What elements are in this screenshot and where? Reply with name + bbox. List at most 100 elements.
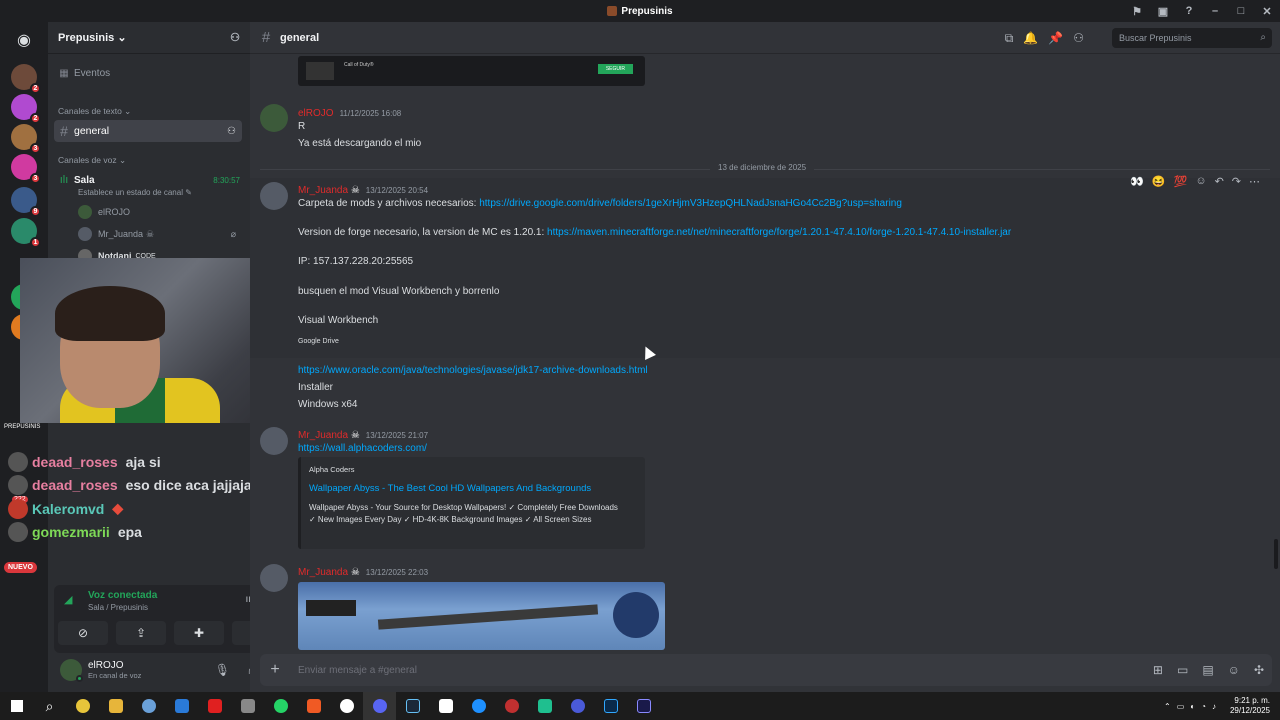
windows-start-icon[interactable] xyxy=(0,692,33,720)
youtube-icon[interactable] xyxy=(198,692,231,720)
more-icon[interactable]: ⋯ xyxy=(1249,175,1260,188)
wifi-icon[interactable]: ◔ xyxy=(1201,702,1206,711)
voice-user[interactable]: Mr_Juanda ☠ ⌀ xyxy=(78,224,242,244)
attach-plus-icon[interactable]: + xyxy=(260,661,290,679)
add-member-icon[interactable]: ⚇ xyxy=(230,31,240,44)
sticker-icon[interactable]: ▤ xyxy=(1202,663,1213,677)
server-icon[interactable]: 1 xyxy=(11,218,41,248)
apps-icon[interactable]: ✣ xyxy=(1254,663,1264,677)
tray-app-icon[interactable]: ◐ xyxy=(1190,702,1195,711)
system-tray: ⌃ ▭ ◐ ◔ ♪ 9:21 p. m. 29/12/2025 xyxy=(1164,692,1280,720)
close-button[interactable]: ✕ xyxy=(1254,0,1280,22)
text-category[interactable]: Canales de texto ⌄ xyxy=(58,106,131,117)
server-icon[interactable]: 3 xyxy=(11,154,41,184)
gift-icon[interactable]: ⊞ xyxy=(1153,663,1163,677)
avatar[interactable] xyxy=(60,659,83,682)
invite-icon[interactable]: ⚇ xyxy=(227,126,236,137)
server-icon[interactable]: 3 xyxy=(11,124,41,154)
whatsapp-icon[interactable] xyxy=(264,692,297,720)
message-author[interactable]: elROJO 11/12/2025 16:08 xyxy=(298,108,401,119)
voice-user[interactable]: elROJO xyxy=(78,202,242,222)
oracle-link[interactable]: https://www.oracle.com/java/technologies… xyxy=(298,365,648,376)
inbox-flag-icon[interactable]: ⚑ xyxy=(1124,0,1150,22)
chevron-up-icon[interactable]: ⌃ xyxy=(1164,702,1171,711)
members-icon[interactable]: ⚇ xyxy=(1073,31,1084,45)
avatar[interactable] xyxy=(260,104,288,132)
help-icon[interactable]: ? xyxy=(1176,0,1202,22)
server-icon[interactable]: 9 xyxy=(11,187,41,217)
store-icon[interactable] xyxy=(165,692,198,720)
message-actions[interactable]: 👀 😆 💯 ☺ ↶ ↷ ⋯ xyxy=(1130,175,1260,188)
attachment-image[interactable] xyxy=(298,582,665,650)
voice-location[interactable]: Sala / Prepusinis xyxy=(88,603,148,612)
chrome-icon[interactable] xyxy=(66,692,99,720)
forward-icon[interactable]: ↷ xyxy=(1232,175,1241,188)
volume-icon[interactable]: ♪ xyxy=(1212,702,1216,711)
screen-icon[interactable]: ▣ xyxy=(1150,0,1176,22)
search-input[interactable]: Buscar Prepusinis ⌕ xyxy=(1112,28,1272,48)
voice-channel-sala[interactable]: ılı Sala 8:30:57 xyxy=(54,170,242,190)
reaction-icon[interactable]: 👀 xyxy=(1130,175,1144,188)
folder-icon[interactable] xyxy=(99,692,132,720)
reply-icon[interactable]: ↶ xyxy=(1215,175,1224,188)
message-author[interactable]: Mr_Juanda ☠ 13/12/2025 21:07 xyxy=(298,430,428,441)
discord-home-icon[interactable]: ◉ xyxy=(11,28,37,54)
zoom-icon[interactable] xyxy=(528,692,561,720)
avatar[interactable] xyxy=(260,182,288,210)
drive-link[interactable]: https://drive.google.com/drive/folders/1… xyxy=(479,198,902,209)
minimize-button[interactable]: – xyxy=(1202,0,1228,22)
avatar[interactable] xyxy=(260,564,288,592)
skull-icon: ☠ xyxy=(350,185,360,196)
microphone-icon[interactable]: 🎙 xyxy=(215,663,230,677)
bluetooth-app-icon[interactable] xyxy=(462,692,495,720)
add-reaction-icon[interactable]: ☺ xyxy=(1195,175,1206,188)
clock[interactable]: 9:21 p. m. 29/12/2025 xyxy=(1230,696,1270,716)
user-status: En canal de voz xyxy=(88,671,142,680)
media-encoder-icon[interactable] xyxy=(627,692,660,720)
photoshop-icon[interactable] xyxy=(594,692,627,720)
events-item[interactable]: ▦ Eventos xyxy=(54,63,242,83)
embed-description: Wallpaper Abyss - Your Source for Deskto… xyxy=(309,503,618,524)
message-input[interactable]: Enviar mensaje a #general xyxy=(298,665,417,676)
follow-button[interactable]: SEGUIR xyxy=(597,64,633,74)
vegas-icon[interactable] xyxy=(561,692,594,720)
message-composer[interactable]: + Enviar mensaje a #general ⊞ ▭ ▤ ☺ ✣ xyxy=(260,654,1272,686)
gif-icon[interactable]: ▭ xyxy=(1177,663,1188,677)
search-icon[interactable]: ⌕ xyxy=(33,692,66,720)
channel-general[interactable]: # general ⚇ xyxy=(54,120,242,142)
app-icon[interactable] xyxy=(132,692,165,720)
app-icon[interactable] xyxy=(231,692,264,720)
screen-share-button[interactable]: ⇪ xyxy=(116,621,166,645)
server-header[interactable]: Prepusinis ⌄ ⚇ xyxy=(48,22,250,54)
reaction-icon[interactable]: 😆 xyxy=(1152,175,1166,188)
scrollbar-thumb[interactable] xyxy=(1274,539,1278,569)
bell-icon[interactable]: 🔔 xyxy=(1023,31,1038,45)
muted-icon: ⌀ xyxy=(230,228,236,239)
obs-icon[interactable] xyxy=(330,692,363,720)
server-icon[interactable]: 2 xyxy=(11,64,41,94)
brave-icon[interactable] xyxy=(297,692,330,720)
voice-status[interactable]: Establece un estado de canal ✎ xyxy=(78,188,192,197)
steam-icon[interactable] xyxy=(396,692,429,720)
pin-icon[interactable]: 📌 xyxy=(1048,31,1063,45)
server-icon[interactable]: 2 xyxy=(11,94,41,124)
embed-title[interactable]: Wallpaper Abyss - The Best Cool HD Wallp… xyxy=(309,483,591,494)
alphacoders-link[interactable]: https://wall.alphacoders.com/ xyxy=(298,443,427,454)
message-author[interactable]: Mr_Juanda ☠ 13/12/2025 20:54 xyxy=(298,185,428,196)
app-icon[interactable] xyxy=(495,692,528,720)
message-text: IP: 157.137.228.20:25565 xyxy=(298,256,414,267)
avatar[interactable] xyxy=(260,427,288,455)
epic-icon[interactable] xyxy=(429,692,462,720)
maximize-button[interactable]: □ xyxy=(1228,0,1254,22)
discord-icon[interactable] xyxy=(363,692,396,720)
emoji-icon[interactable]: ☺ xyxy=(1228,663,1240,677)
threads-icon[interactable]: ⧉ xyxy=(1005,31,1014,46)
network-icon[interactable]: ▭ xyxy=(1177,702,1185,711)
forge-link[interactable]: https://maven.minecraftforge.net/net/min… xyxy=(547,227,1011,238)
voice-category[interactable]: Canales de voz ⌄ xyxy=(58,155,126,166)
reaction-icon[interactable]: 💯 xyxy=(1174,175,1188,188)
game-embed[interactable]: Call of Duty® SEGUIR xyxy=(298,56,645,86)
message-author[interactable]: Mr_Juanda ☠ 13/12/2025 22:03 xyxy=(298,567,428,578)
video-off-button[interactable]: ⊘ xyxy=(58,621,108,645)
activities-button[interactable]: ✚ xyxy=(174,621,224,645)
